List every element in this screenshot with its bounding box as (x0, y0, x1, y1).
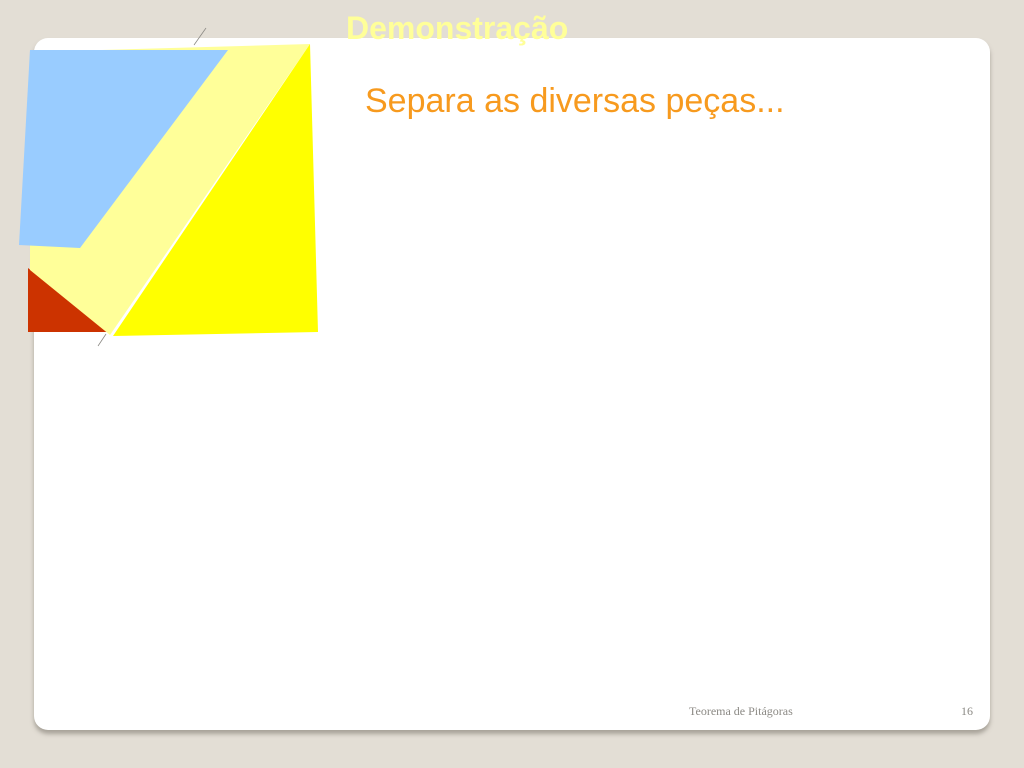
slide-subtitle: Separa as diversas peças... (365, 82, 785, 120)
guide-line-bottom (97, 333, 107, 347)
guide-line-top (193, 27, 207, 46)
slide-title: Demonstração (346, 10, 569, 46)
footer-text: Teorema de Pitágoras (689, 704, 793, 718)
page-number: 16 (961, 704, 973, 718)
puzzle-pieces (19, 27, 318, 347)
